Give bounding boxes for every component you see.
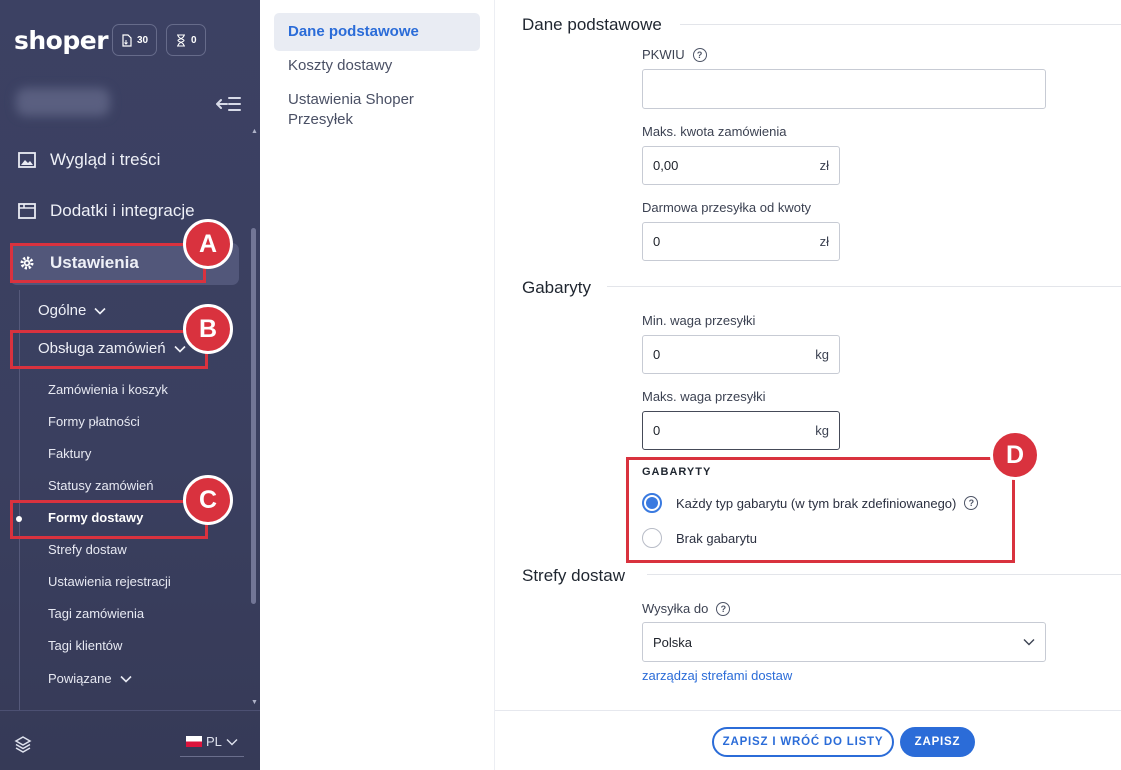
max-order-label: Maks. kwota zamówienia [642, 124, 787, 139]
section-title-zones: Strefy dostaw [522, 566, 625, 585]
store-name-blurred [16, 88, 110, 116]
shoper-logo[interactable]: shoper [14, 26, 109, 55]
max-weight-value: 0 [653, 423, 661, 438]
window-icon [18, 203, 36, 219]
poland-flag-icon [186, 736, 202, 747]
scroll-up-arrow[interactable]: ▲ [251, 128, 258, 135]
section-divider [647, 574, 1121, 575]
sidebar-item-general-label: Ogólne [38, 302, 87, 319]
annotation-box-d [626, 457, 1015, 563]
language-underline [180, 756, 244, 757]
free-shipping-label: Darmowa przesyłka od kwoty [642, 200, 812, 215]
sidebar-item-related-label: Powiązane [48, 671, 112, 686]
pkwiu-label-text: PKWIU [642, 47, 685, 62]
tasks-chip[interactable]: 0 [166, 24, 206, 56]
save-button[interactable]: ZAPISZ [900, 727, 975, 757]
layers-icon[interactable] [14, 735, 32, 753]
weight-unit: kg [815, 347, 829, 362]
sidebar-item-customer-tags[interactable]: Tagi klientów [48, 638, 122, 653]
sidebar-item-delivery-zones[interactable]: Strefy dostaw [48, 542, 127, 557]
sidebar-item-order-tags[interactable]: Tagi zamówienia [48, 606, 144, 621]
annotation-badge-c: C [183, 475, 233, 525]
hourglass-icon [177, 33, 185, 47]
sidebar-item-registration-settings[interactable]: Ustawienia rejestracji [48, 574, 171, 589]
max-weight-input[interactable]: 0 kg [642, 411, 840, 450]
save-and-back-button[interactable]: ZAPISZ I WRÓĆ DO LISTY [712, 727, 894, 757]
ship-to-label: Wysyłka do ? [642, 601, 731, 616]
scroll-down-arrow[interactable]: ▼ [251, 699, 258, 706]
sidebar-item-orders-cart[interactable]: Zamówienia i koszyk [48, 382, 168, 397]
pkwiu-input[interactable] [642, 69, 1046, 109]
weight-unit: kg [815, 423, 829, 438]
help-icon[interactable]: ? [692, 47, 707, 62]
max-order-value: 0,00 [653, 158, 679, 173]
sidebar-item-related[interactable]: Powiązane [48, 671, 132, 686]
free-shipping-input[interactable]: 0 zł [642, 222, 840, 261]
subnav-delivery-costs[interactable]: Koszty dostawy [274, 47, 480, 85]
free-shipping-value: 0 [653, 234, 661, 249]
sidebar-item-order-statuses[interactable]: Statusy zamówień [48, 478, 154, 493]
sidebar: shoper 30 0 ▲ Wygląd i treści Dodatki i … [0, 0, 260, 770]
section-title-dimensions: Gabaryty [522, 278, 591, 297]
help-icon[interactable]: ? [716, 601, 731, 616]
tasks-count: 0 [191, 34, 197, 46]
language-selector[interactable]: PL [186, 734, 238, 749]
documents-count: 30 [137, 34, 149, 46]
chevron-down-icon [226, 738, 238, 745]
documents-chip[interactable]: 30 [112, 24, 158, 56]
annotation-box-b [10, 330, 208, 369]
annotation-badge-a: A [183, 219, 233, 269]
form-card: Dane podstawowe PKWIU ? Maks. kwota zamó… [495, 0, 1121, 710]
collapse-sidebar-icon[interactable] [216, 94, 242, 114]
sidebar-scrollbar[interactable] [251, 228, 256, 604]
min-weight-value: 0 [653, 347, 661, 362]
ship-to-value: Polska [653, 634, 693, 650]
chevron-down-icon [1023, 639, 1035, 646]
manage-zones-link[interactable]: zarządzaj strefami dostaw [642, 668, 792, 683]
sidebar-item-payment-methods[interactable]: Formy płatności [48, 414, 140, 429]
pkwiu-label: PKWIU ? [642, 47, 707, 62]
min-weight-label: Min. waga przesyłki [642, 313, 756, 328]
document-icon [122, 33, 132, 47]
chevron-down-icon [94, 307, 106, 315]
chevron-down-icon [120, 675, 132, 683]
sidebar-item-invoices[interactable]: Faktury [48, 446, 91, 461]
subnav-shoper-shipments[interactable]: Ustawienia Shoper Przesyłek [274, 81, 480, 139]
settings-subnav: Dane podstawowe Koszty dostawy Ustawieni… [260, 0, 495, 770]
annotation-badge-b: B [183, 304, 233, 354]
ship-to-label-text: Wysyłka do [642, 601, 709, 616]
language-label: PL [206, 734, 222, 749]
currency-unit: zł [819, 158, 829, 173]
section-divider [680, 24, 1121, 25]
nav-appearance-label: Wygląd i treści [50, 150, 161, 169]
main-content: Dane podstawowe PKWIU ? Maks. kwota zamó… [495, 0, 1121, 770]
max-order-input[interactable]: 0,00 zł [642, 146, 840, 185]
min-weight-input[interactable]: 0 kg [642, 335, 840, 374]
section-title-basic: Dane podstawowe [522, 15, 662, 34]
section-divider [607, 286, 1121, 287]
max-weight-label: Maks. waga przesyłki [642, 389, 766, 404]
subnav-basic-data[interactable]: Dane podstawowe [274, 13, 480, 51]
currency-unit: zł [819, 234, 829, 249]
nav-addons-label: Dodatki i integracje [50, 201, 195, 220]
nav-appearance[interactable]: Wygląd i treści [18, 150, 160, 170]
image-icon [18, 152, 36, 168]
sidebar-item-general[interactable]: Ogólne [38, 302, 106, 319]
annotation-box-c [10, 500, 208, 539]
nav-addons[interactable]: Dodatki i integracje [18, 201, 195, 221]
ship-to-select[interactable]: Polska [642, 622, 1046, 662]
annotation-badge-d: D [990, 430, 1040, 480]
annotation-box-a [10, 243, 206, 283]
